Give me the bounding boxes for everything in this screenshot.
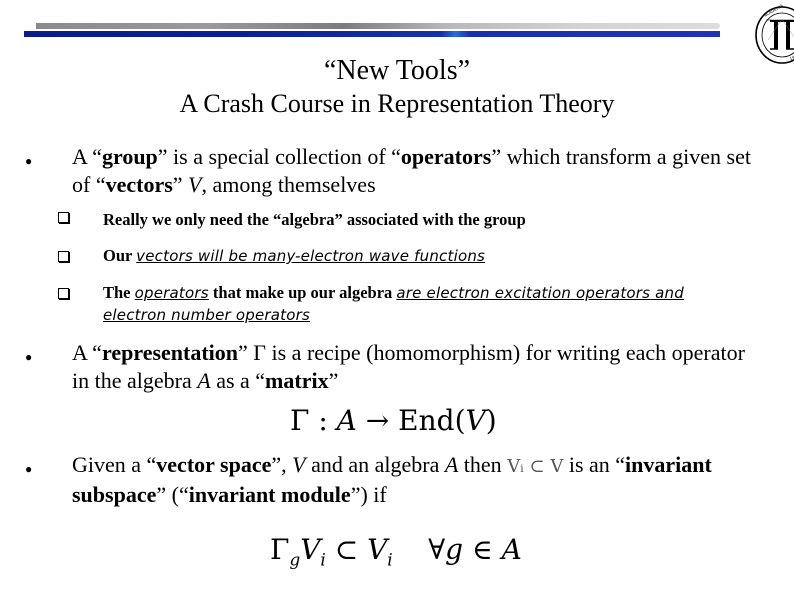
formula-invariant-condition: ΓgVi ⊂ Vi ∀g ∈ A	[270, 533, 522, 570]
math-variable: V	[188, 172, 202, 197]
text-run: as a “	[210, 368, 266, 393]
checkbox-bullet-icon	[58, 288, 69, 299]
underlined-phrase: vectors will be many-electron wave funct…	[136, 247, 486, 265]
formula-representation: Γ : A → End(V)	[290, 404, 497, 437]
text-run: Given a “	[72, 452, 157, 477]
text-run: ”	[328, 368, 339, 393]
underlined-phrase: operators	[134, 284, 209, 302]
bold-term: group	[101, 144, 158, 169]
text-run: A “	[72, 340, 102, 365]
text-run: is an “	[563, 452, 626, 477]
bullet-group-definition: A “group” is a special collection of “op…	[72, 143, 752, 199]
header-gray-bar	[36, 23, 720, 29]
text-run: then	[458, 452, 508, 477]
text-run: ”) if	[350, 482, 387, 507]
bold-term: matrix	[265, 368, 329, 393]
text-run: The	[103, 283, 135, 302]
text-run: , among themselves	[201, 172, 376, 197]
bullet-representation-definition: A “representation” Γ is a recipe (homomo…	[72, 339, 752, 395]
math-variable: A	[197, 368, 211, 393]
text-run: ” associated with the group	[334, 210, 526, 229]
text-run: and an algebra	[305, 452, 445, 477]
bullet-invariant-subspace: Given a “vector space”, V and an algebra…	[72, 451, 782, 509]
text-run: that make up our algebra	[208, 283, 397, 302]
text-run: ” (“	[156, 482, 189, 507]
bullet-marker: ●	[25, 154, 33, 168]
slide-subtitle: A Crash Course in Representation Theory	[179, 89, 615, 118]
checkbox-bullet-icon	[58, 251, 69, 262]
bold-term: representation	[101, 340, 239, 365]
bullet-marker: ●	[25, 350, 33, 364]
bold-term: vectors	[105, 172, 173, 197]
bullet-marker: ●	[25, 462, 33, 476]
math-variable: V	[292, 452, 306, 477]
header-blue-bar	[24, 31, 720, 37]
bold-term: invariant module	[188, 482, 351, 507]
math-variable: A	[444, 452, 459, 477]
sub-item-operators: The operators that make up our algebra a…	[103, 282, 728, 326]
bold-term: vector space	[156, 452, 272, 477]
sub-item-vectors: Our vectors will be many-electron wave f…	[103, 245, 743, 267]
bold-term: algebra	[281, 210, 335, 229]
text-run: ” is a special collection of “	[157, 144, 401, 169]
text-run: Our	[103, 246, 137, 265]
checkbox-bullet-icon	[58, 212, 69, 223]
sub-item-algebra: Really we only need the “algebra” associ…	[103, 209, 743, 231]
text-run: ”	[172, 172, 189, 197]
text-run: Really we only need the “	[103, 210, 282, 229]
slide-title: “New Tools”	[323, 55, 471, 86]
inline-formula: Vᵢ ⊂ V	[507, 456, 564, 477]
bold-term: operators	[400, 144, 492, 169]
text-run: ”,	[271, 452, 293, 477]
text-run: A “	[72, 144, 102, 169]
